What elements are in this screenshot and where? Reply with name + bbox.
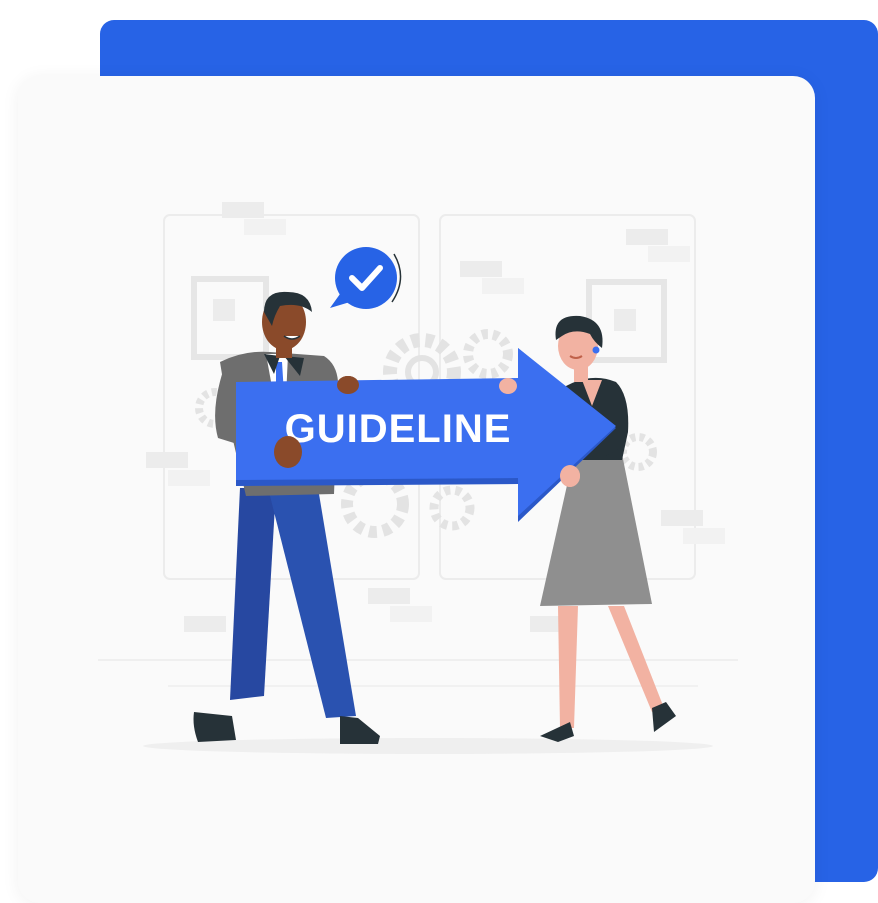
illustration-stage: GUIDELINE (0, 0, 878, 903)
guideline-illustration: GUIDELINE (98, 202, 738, 754)
guideline-sign-text: GUIDELINE (285, 407, 512, 451)
illustration-card: GUIDELINE (18, 76, 815, 903)
check-bubble-icon (330, 247, 402, 309)
